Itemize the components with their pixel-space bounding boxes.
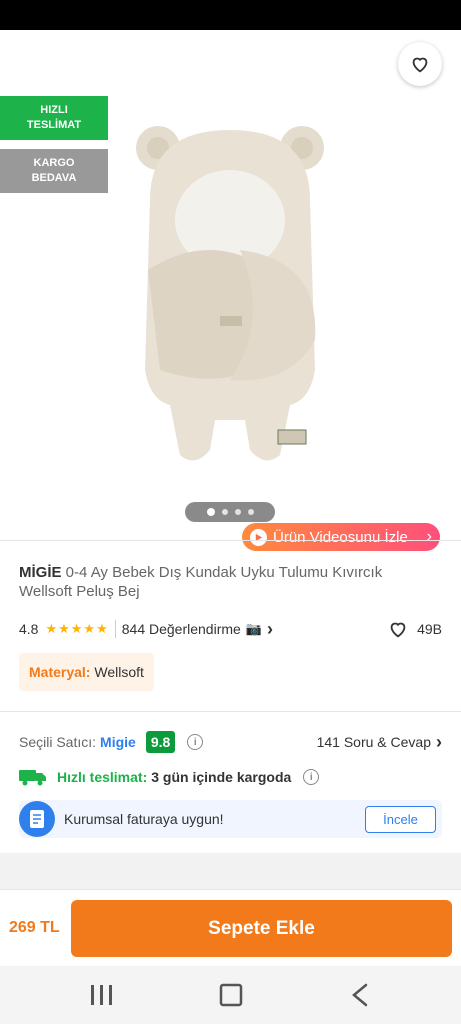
seller-row: Seçili Satıcı: Migie 9.8 i 141 Soru & Ce… xyxy=(19,729,442,755)
product-image[interactable] xyxy=(120,120,340,470)
add-to-cart-button[interactable]: Sepete Ekle xyxy=(71,900,452,957)
share-icon xyxy=(345,54,363,74)
product-name: 0-4 Ay Bebek Dış Kundak Uyku Tulumu Kıvı… xyxy=(19,564,383,600)
favorite-button[interactable] xyxy=(398,42,442,86)
review-count: 844 Değerlendirme xyxy=(121,621,241,637)
carousel-dot[interactable] xyxy=(234,509,241,515)
status-bar xyxy=(0,0,461,30)
recent-apps-icon xyxy=(91,985,112,1005)
rating-stars: ★★★★★ xyxy=(45,621,109,636)
heart-outline-icon xyxy=(390,622,406,638)
rating-value: 4.8 xyxy=(19,621,39,637)
divider xyxy=(0,540,461,541)
product-title: MİGİE 0-4 Ay Bebek Dış Kundak Uyku Tulum… xyxy=(19,563,439,601)
rating-row: 4.8 ★★★★★ 844 Değerlendirme 📷 › 49B xyxy=(19,618,442,640)
camera-icon: 📷 xyxy=(245,621,263,636)
section-gap xyxy=(0,853,461,889)
carousel-indicator[interactable] xyxy=(185,502,275,522)
delivery-time: 3 gün içinde kargoda xyxy=(151,769,292,785)
material-key: Materyal: xyxy=(29,664,91,680)
badge-line: KARGO xyxy=(33,157,75,169)
favorite-count[interactable]: 49B xyxy=(387,618,442,640)
back-icon xyxy=(352,983,368,1007)
info-icon[interactable]: i xyxy=(303,769,320,785)
fast-delivery-label: Hızlı teslimat: xyxy=(57,769,148,785)
badge-line: BEDAVA xyxy=(31,172,77,184)
truck-icon xyxy=(19,770,46,786)
watch-video-button[interactable]: Ürün Videosunu İzle › xyxy=(242,523,440,551)
corporate-invoice-text: Kurumsal faturaya uygun! xyxy=(64,811,224,827)
heart-outline-icon xyxy=(412,57,428,73)
product-gallery[interactable]: HIZLI TESLİMAT KARGO BEDAVA xyxy=(0,30,461,540)
corporate-invoice-box: Kurumsal faturaya uygun! İncele xyxy=(19,800,442,838)
carousel-dot[interactable] xyxy=(247,509,254,515)
badge-line: HIZLI xyxy=(40,104,68,116)
qa-label: 141 Soru & Cevap xyxy=(316,734,431,750)
fast-delivery-badge: HIZLI TESLİMAT xyxy=(0,96,108,140)
chevron-right-icon: › xyxy=(436,731,442,752)
watch-video-label: Ürün Videosunu İzle xyxy=(273,528,408,546)
shipping-row: Hızlı teslimat: 3 gün içinde kargoda i xyxy=(19,765,442,789)
product-brand[interactable]: MİGİE xyxy=(19,564,62,581)
recent-apps-button[interactable] xyxy=(84,980,120,1010)
divider xyxy=(0,711,461,712)
carousel-dot[interactable] xyxy=(206,508,215,516)
badge-line: TESLİMAT xyxy=(26,119,82,131)
seller-score-badge: 9.8 xyxy=(145,731,176,753)
qa-link[interactable]: 141 Soru & Cevap › xyxy=(317,732,442,753)
home-button[interactable] xyxy=(213,980,249,1010)
arrow-left-icon xyxy=(25,56,43,72)
info-icon[interactable]: i xyxy=(187,734,204,750)
free-shipping-badge: KARGO BEDAVA xyxy=(0,149,108,193)
price: 269 TL xyxy=(9,919,60,936)
system-back-button[interactable] xyxy=(342,980,378,1010)
divider xyxy=(114,620,116,638)
seller-name-link[interactable]: Migie xyxy=(100,734,136,750)
carousel-dot[interactable] xyxy=(221,509,228,515)
share-button[interactable] xyxy=(334,44,374,84)
buy-bar: 269 TL Sepete Ekle xyxy=(0,889,461,965)
reviews-link[interactable]: 844 Değerlendirme 📷 › xyxy=(122,619,273,640)
material-value: Wellsoft xyxy=(90,664,144,680)
material-attribute: Materyal: Wellsoft xyxy=(19,653,154,691)
chevron-right-icon: › xyxy=(426,528,432,545)
back-button[interactable] xyxy=(14,44,54,84)
invoice-icon xyxy=(19,801,55,837)
home-icon xyxy=(219,983,243,1007)
play-icon xyxy=(250,528,267,546)
system-navigation-bar xyxy=(0,966,461,1024)
review-button[interactable]: İncele xyxy=(365,805,436,833)
seller-label: Seçili Satıcı: xyxy=(19,734,97,750)
favorite-count-value: 49B xyxy=(417,621,442,637)
chevron-right-icon: › xyxy=(267,618,274,639)
